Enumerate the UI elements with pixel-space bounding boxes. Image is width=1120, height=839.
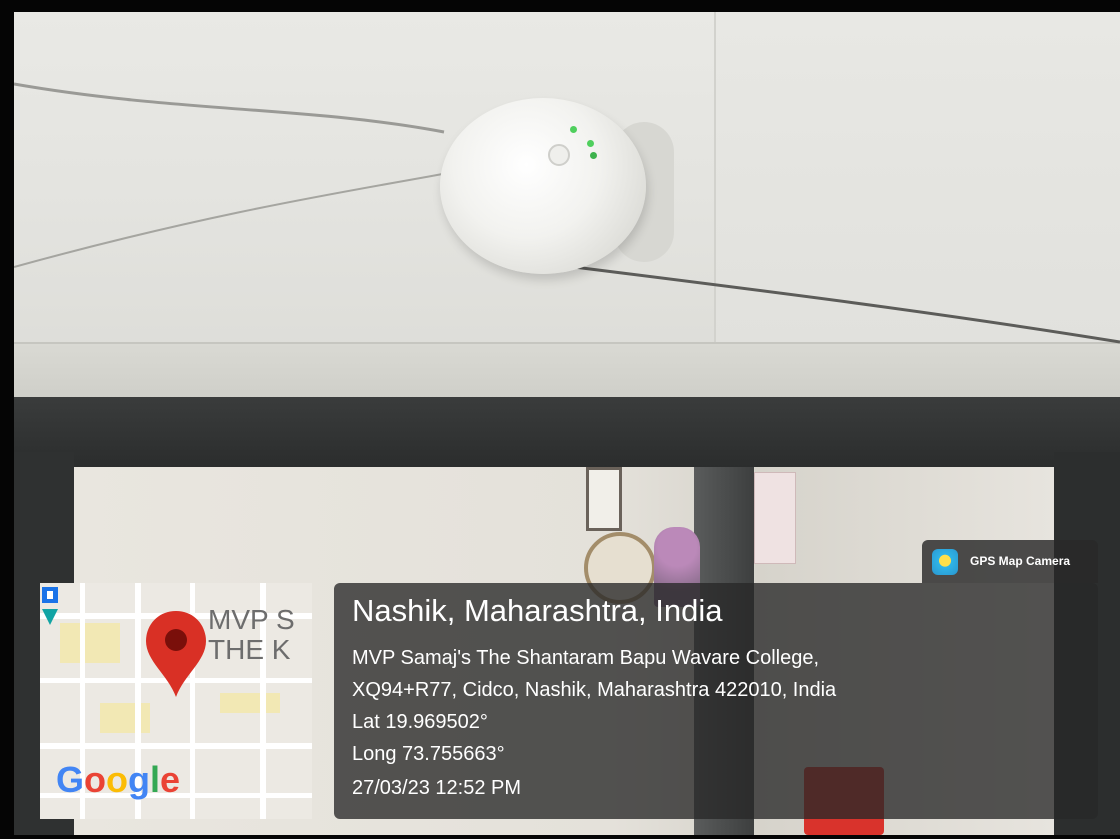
- door-frame-top: [14, 397, 1120, 467]
- wall-poster: [754, 472, 796, 564]
- longitude: Long 73.755663°: [352, 743, 505, 765]
- map-pin-icon: [146, 611, 206, 697]
- status-led-icon: [587, 140, 594, 147]
- address-line-1: MVP Samaj's The Shantaram Bapu Wavare Co…: [352, 647, 820, 669]
- gps-map-camera-badge: GPS Map Camera: [922, 540, 1098, 583]
- wall-picture: [586, 467, 622, 531]
- security-camera: [440, 98, 646, 274]
- map-place-label: MVP S THE K: [208, 604, 295, 665]
- status-led-icon: [590, 152, 597, 159]
- navigation-arrow-icon: [42, 587, 58, 625]
- address-line-2: XQ94+R77, Cidco, Nashik, Maharashtra 422…: [352, 679, 837, 701]
- badge-label: GPS Map Camera: [970, 554, 1071, 568]
- gps-map-camera-icon: [932, 549, 958, 575]
- google-logo: Google: [56, 759, 181, 800]
- latitude: Lat 19.969502°: [352, 711, 488, 733]
- camera-lens: [548, 144, 570, 166]
- map-thumbnail: MVP S THE K Google: [40, 583, 312, 819]
- status-led-icon: [570, 126, 577, 133]
- location-info-card: Nashik, Maharashtra, India MVP Samaj's T…: [334, 583, 1098, 819]
- timestamp: 27/03/23 12:52 PM: [352, 777, 522, 799]
- place-name: Nashik, Maharashtra, India: [352, 593, 723, 628]
